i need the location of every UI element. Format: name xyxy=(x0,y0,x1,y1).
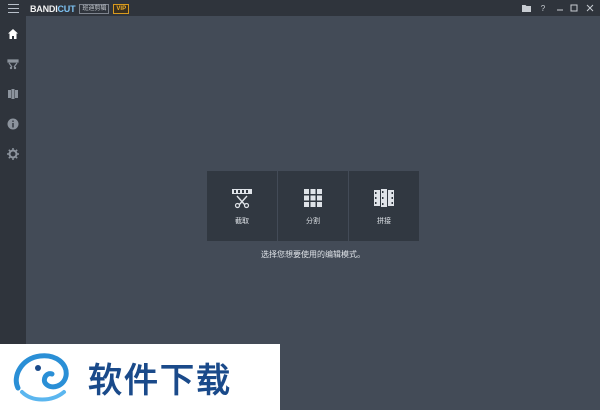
brand-subtitle: 班迪剪辑 xyxy=(79,3,110,14)
sidebar-item-clips[interactable] xyxy=(5,86,21,102)
clips-icon xyxy=(8,89,18,99)
info-icon xyxy=(7,118,19,130)
split-grid-icon xyxy=(304,189,322,207)
watermark: 软件下载 xyxy=(0,344,280,410)
help-button[interactable]: ? xyxy=(537,2,549,14)
gear-icon xyxy=(7,148,19,160)
folder-icon[interactable] xyxy=(520,2,532,14)
mode-hint-text: 选择您想要使用的编辑模式。 xyxy=(261,250,365,259)
mode-join-button[interactable]: 拼接 xyxy=(349,171,419,241)
close-icon[interactable] xyxy=(584,2,596,14)
title-bar: BANDICUT 班迪剪辑 VIP ? xyxy=(0,0,600,16)
mode-join-label: 拼接 xyxy=(377,218,391,225)
mode-split-button[interactable]: 分割 xyxy=(278,171,348,241)
sidebar-item-cut[interactable] xyxy=(5,56,21,72)
mode-selector: 截取 分割 拼接 xyxy=(207,171,419,241)
mode-trim-button[interactable]: 截取 xyxy=(207,171,277,241)
app-logo: BANDICUT 班迪剪辑 VIP xyxy=(30,3,130,14)
vip-badge: VIP xyxy=(113,3,130,14)
mode-trim-label: 截取 xyxy=(235,218,249,225)
brand-name: BANDICUT xyxy=(30,3,76,14)
home-icon xyxy=(8,29,18,39)
sidebar-item-info[interactable] xyxy=(5,116,21,132)
hamburger-menu-icon[interactable] xyxy=(8,4,19,13)
minimize-icon[interactable] xyxy=(554,2,566,14)
trim-film-icon xyxy=(232,189,252,209)
watermark-text: 软件下载 xyxy=(88,361,232,400)
dragon-logo-icon xyxy=(13,353,69,402)
mode-split-label: 分割 xyxy=(306,218,320,225)
join-film-icon xyxy=(374,189,394,207)
sidebar-item-settings[interactable] xyxy=(5,146,21,162)
cut-tool-icon xyxy=(7,59,19,70)
sidebar-item-home[interactable] xyxy=(5,26,21,42)
maximize-icon[interactable] xyxy=(568,2,580,14)
